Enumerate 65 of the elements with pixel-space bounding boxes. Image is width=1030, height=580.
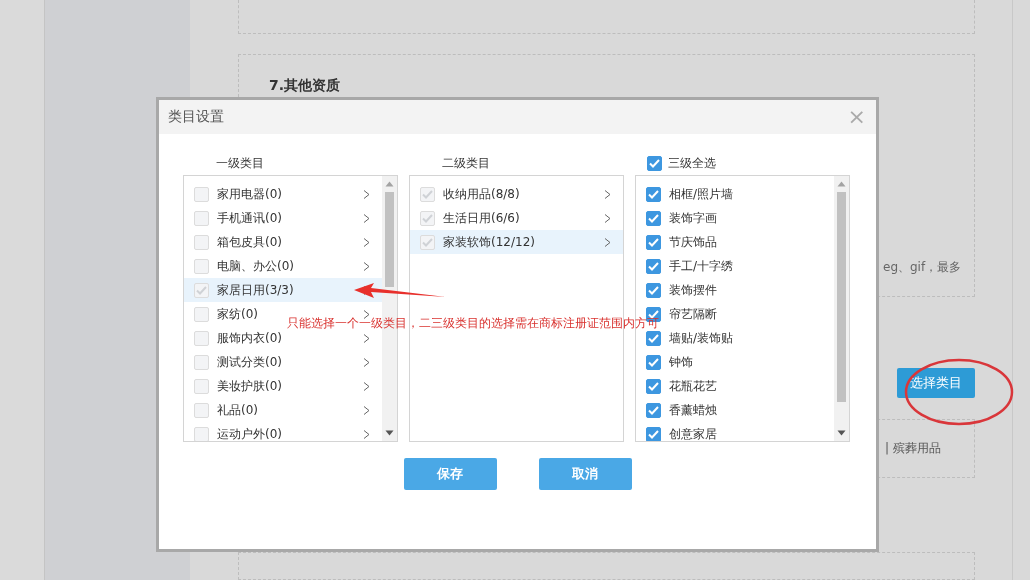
selected-row-highlight[interactable]: 家装软饰(12/12) (410, 230, 623, 254)
chevron-right-icon (363, 381, 370, 391)
column-heading: 一级类目 (216, 155, 264, 172)
chevron-right-icon (604, 213, 611, 223)
category-label[interactable]: 家用电器(0) (217, 185, 282, 203)
category-label[interactable]: 家居日用(3/3) (217, 281, 294, 299)
scroll-down-icon[interactable] (837, 430, 846, 436)
scroll-up-icon[interactable] (385, 181, 394, 187)
checkbox[interactable] (646, 354, 661, 370)
chevron-right-icon (363, 333, 370, 343)
checkbox[interactable] (647, 156, 662, 171)
chevron-right-icon (363, 189, 370, 199)
checkbox[interactable] (646, 258, 661, 274)
category-label[interactable]: 测试分类(0) (217, 353, 282, 371)
chevron-right-icon (363, 357, 370, 367)
category-label[interactable]: 相框/照片墙 (669, 185, 834, 203)
checkbox[interactable] (646, 426, 661, 441)
category-label[interactable]: 运动户外(0) (217, 425, 282, 441)
scrollbar-thumb[interactable] (385, 192, 394, 287)
category-label[interactable]: 美妆护肤(0) (217, 377, 282, 395)
category-label[interactable]: 节庆饰品 (669, 233, 834, 251)
checkbox[interactable] (646, 330, 661, 346)
scrollbar-thumb[interactable] (837, 192, 846, 402)
chevron-right-icon (363, 405, 370, 415)
checkbox[interactable] (646, 210, 661, 226)
category-label[interactable]: 钟饰 (669, 353, 834, 371)
scrollbar[interactable] (834, 176, 849, 441)
category-label[interactable]: 服饰内衣(0) (217, 329, 282, 347)
checkbox[interactable] (646, 402, 661, 418)
chevron-right-icon (363, 429, 370, 439)
column-heading: 二级类目 (442, 155, 490, 172)
scroll-down-icon[interactable] (385, 430, 394, 436)
chevron-right-icon (363, 213, 370, 223)
category-label[interactable]: 香薰蜡烛 (669, 401, 834, 419)
category-label[interactable]: 家纺(0) (217, 305, 258, 323)
category-label[interactable]: 收纳用品(8/8) (443, 185, 520, 203)
category-label[interactable]: 手机通讯(0) (217, 209, 282, 227)
category-label[interactable]: 手工/十字绣 (669, 257, 834, 275)
category-label[interactable]: 生活日用(6/6) (443, 209, 520, 227)
checkbox[interactable] (646, 234, 661, 250)
dialog-title: 类目设置 (168, 108, 224, 126)
checkbox[interactable] (646, 186, 661, 202)
category-label[interactable]: 墙贴/装饰贴 (669, 329, 834, 347)
chevron-right-icon (363, 309, 370, 319)
section-title: 7.其他资质 (269, 77, 341, 95)
category-label[interactable]: 帘艺隔断 (669, 305, 834, 323)
category-label[interactable]: 花瓶花艺 (669, 377, 834, 395)
hint-text: eg、gif，最多 (883, 259, 962, 276)
category-label[interactable]: 创意家居 (669, 425, 834, 441)
category-label[interactable]: 装饰摆件 (669, 281, 834, 299)
chevron-right-icon (363, 237, 370, 247)
chevron-right-icon (363, 261, 370, 271)
category-label[interactable]: 礼品(0) (217, 401, 258, 419)
select-all-label[interactable]: 三级全选 (668, 155, 716, 172)
chevron-right-icon (604, 189, 611, 199)
category-label[interactable]: 箱包皮具(0) (217, 233, 282, 251)
category-label[interactable]: 家装软饰(12/12) (443, 233, 535, 251)
chevron-right-icon (604, 237, 611, 247)
checkbox[interactable] (646, 378, 661, 394)
category-text: | 殡葬用品 (885, 439, 941, 457)
scroll-up-icon[interactable] (837, 181, 846, 187)
category-label[interactable]: 电脑、办公(0) (217, 257, 294, 275)
category-label[interactable]: 装饰字画 (669, 209, 834, 227)
checkbox[interactable] (646, 282, 661, 298)
selected-row-highlight[interactable]: 家居日用(3/3) (184, 278, 382, 302)
